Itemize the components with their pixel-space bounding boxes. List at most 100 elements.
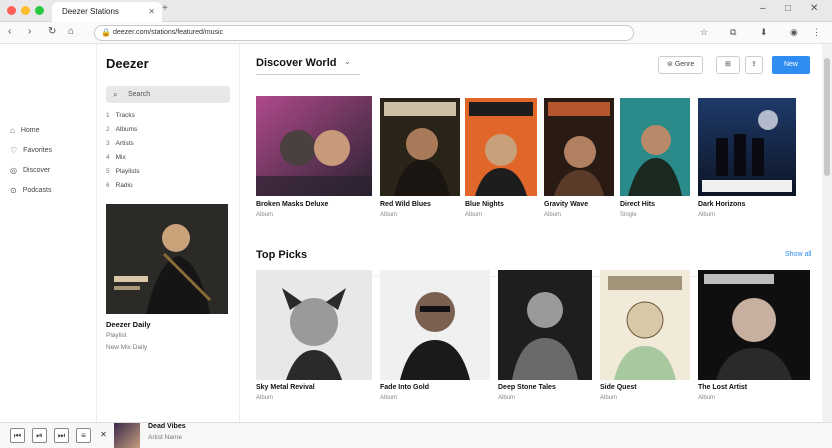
featured-cover-art bbox=[106, 204, 228, 314]
new-button[interactable]: New bbox=[772, 56, 810, 74]
album-title[interactable]: The Lost Artist bbox=[698, 384, 747, 391]
album-cover bbox=[256, 96, 372, 196]
album-title[interactable]: Deep Stone Tales bbox=[498, 384, 556, 391]
album-title[interactable]: Fade Into Gold bbox=[380, 384, 429, 391]
sidebar-item-number: 4 bbox=[106, 154, 110, 161]
now-playing-cover[interactable] bbox=[114, 423, 140, 448]
album-title[interactable]: Gravity Wave bbox=[544, 201, 588, 208]
new-tab-button[interactable]: + bbox=[162, 3, 168, 14]
search-placeholder: Search bbox=[128, 91, 151, 98]
maximize-window-button[interactable] bbox=[35, 6, 44, 15]
album-title[interactable]: Blue Nights bbox=[465, 201, 504, 208]
close-window-button[interactable] bbox=[7, 6, 16, 15]
album-type: Album bbox=[256, 395, 274, 401]
album-cover bbox=[620, 98, 690, 196]
forward-button[interactable]: › bbox=[28, 26, 31, 37]
app-logo[interactable]: Deezer bbox=[106, 56, 149, 71]
search-input[interactable]: ⌕ Search bbox=[106, 86, 230, 103]
next-button[interactable]: ⏭ bbox=[54, 428, 69, 443]
library-sidebar: Deezer ⌕ Search 1 Tracks 2 Albums 3 Arti… bbox=[98, 44, 240, 422]
album-title[interactable]: Direct Hits bbox=[620, 201, 655, 208]
album-title[interactable]: Dark Horizons bbox=[698, 201, 745, 208]
filter-icon: ⊜ bbox=[667, 61, 675, 68]
sidebar-item-albums[interactable]: 2 Albums bbox=[106, 126, 137, 133]
section-title-discover: Discover World bbox=[256, 57, 337, 69]
home-icon[interactable]: ⌂ bbox=[68, 26, 74, 37]
sidebar-item-playlists[interactable]: 5 Playlists bbox=[106, 168, 139, 175]
previous-button[interactable]: ⏮ bbox=[10, 428, 25, 443]
genre-filter-button[interactable]: ⊜ Genre bbox=[658, 56, 704, 74]
bookmark-icon[interactable]: ☆ bbox=[700, 27, 708, 38]
sidebar-item-label: Playlists bbox=[115, 168, 140, 175]
play-pause-button[interactable]: ⏯ bbox=[32, 428, 47, 443]
album-title[interactable]: Red Wild Blues bbox=[380, 201, 431, 208]
nav-item-label: Home bbox=[20, 127, 40, 134]
close-icon[interactable]: ✕ bbox=[810, 3, 818, 14]
sidebar-item-number: 3 bbox=[106, 140, 110, 147]
sidebar-item-label: Artists bbox=[115, 140, 134, 147]
heart-icon: ♡ bbox=[10, 146, 18, 155]
reload-button[interactable]: ↻ bbox=[48, 26, 56, 37]
view-toggle-button[interactable]: ⊞ bbox=[716, 56, 740, 74]
album-cover bbox=[380, 98, 460, 196]
nav-item-label: Discover bbox=[22, 167, 51, 174]
now-playing-title[interactable]: Dead Vibes bbox=[148, 423, 186, 430]
album-title[interactable]: Sky Metal Revival bbox=[256, 384, 315, 391]
nav-item-discover[interactable]: ◎ Discover bbox=[10, 166, 50, 175]
featured-playlist-cover[interactable] bbox=[106, 204, 228, 314]
album-cover bbox=[600, 270, 690, 380]
album-type: Album bbox=[498, 395, 516, 401]
close-player-icon[interactable]: ✕ bbox=[96, 428, 111, 443]
sidebar-item-number: 2 bbox=[106, 126, 110, 133]
maximize-icon[interactable]: □ bbox=[785, 3, 791, 14]
genre-filter-label: Genre bbox=[674, 61, 695, 68]
player-bar: ⏮ ⏯ ⏭ ≡ ✕ Dead Vibes Artist Name bbox=[0, 422, 832, 448]
nav-item-home[interactable]: ⌂ Home bbox=[10, 126, 40, 135]
show-all-link[interactable]: Show all bbox=[785, 251, 811, 258]
sidebar-item-artists[interactable]: 3 Artists bbox=[106, 140, 134, 147]
nav-item-podcasts[interactable]: ⊙ Podcasts bbox=[10, 186, 52, 195]
queue-button[interactable]: ≡ bbox=[76, 428, 91, 443]
tab-title: Deezer Stations bbox=[62, 7, 119, 16]
album-title[interactable]: Side Quest bbox=[600, 384, 637, 391]
active-tab[interactable]: Deezer Stations ✕ bbox=[52, 2, 162, 22]
home-icon: ⌂ bbox=[10, 126, 15, 135]
profile-icon[interactable]: ◉ bbox=[790, 27, 798, 38]
close-tab-icon[interactable]: ✕ bbox=[148, 2, 155, 22]
minimize-icon[interactable]: – bbox=[760, 3, 766, 14]
album-type: Album bbox=[380, 212, 398, 218]
sidebar-item-tracks[interactable]: 1 Tracks bbox=[106, 112, 135, 119]
download-icon[interactable]: ⬇ bbox=[760, 27, 768, 38]
menu-icon[interactable]: ⋮ bbox=[812, 27, 821, 38]
chevron-down-icon[interactable]: ⌄ bbox=[344, 57, 351, 66]
address-bar[interactable]: 🔒 deezer.com/stations/featured/music bbox=[94, 25, 634, 41]
album-title[interactable]: Broken Masks Deluxe bbox=[256, 201, 328, 208]
compass-icon: ◎ bbox=[10, 166, 17, 175]
extensions-icon[interactable]: ⧉ bbox=[730, 27, 736, 38]
album-cover bbox=[498, 270, 592, 380]
back-button[interactable]: ‹ bbox=[8, 26, 11, 37]
album-cover bbox=[465, 98, 537, 196]
minimize-window-button[interactable] bbox=[21, 6, 30, 15]
tab-bar: Deezer Stations ✕ + – □ ✕ bbox=[0, 0, 832, 22]
sidebar-item-number: 5 bbox=[106, 168, 110, 175]
nav-item-label: Podcasts bbox=[22, 187, 52, 194]
nav-item-favorites[interactable]: ♡ Favorites bbox=[10, 146, 52, 155]
share-button[interactable]: ⇪ bbox=[745, 56, 763, 74]
main-content: Discover World ⌄ ⊜ Genre ⊞ ⇪ New Broken … bbox=[240, 44, 820, 422]
sidebar-item-mix[interactable]: 4 Mix bbox=[106, 154, 126, 161]
album-cover bbox=[698, 98, 796, 196]
window-controls bbox=[7, 6, 44, 15]
album-cover bbox=[380, 270, 490, 380]
now-playing-artist[interactable]: Artist Name bbox=[148, 434, 182, 441]
scrollbar-thumb[interactable] bbox=[824, 58, 830, 176]
album-type: Album bbox=[380, 395, 398, 401]
navigation-bar: ‹ › ↻ ⌂ 🔒 deezer.com/stations/featured/m… bbox=[0, 22, 832, 44]
featured-title[interactable]: Deezer Daily bbox=[106, 320, 151, 329]
album-type: Album bbox=[600, 395, 618, 401]
album-type: Album bbox=[544, 212, 562, 218]
sidebar-item-label: Radio bbox=[115, 182, 133, 189]
mic-icon: ⊙ bbox=[10, 186, 17, 195]
featured-description: New Mix Daily bbox=[106, 344, 148, 351]
sidebar-item-radio[interactable]: 6 Radio bbox=[106, 182, 133, 189]
